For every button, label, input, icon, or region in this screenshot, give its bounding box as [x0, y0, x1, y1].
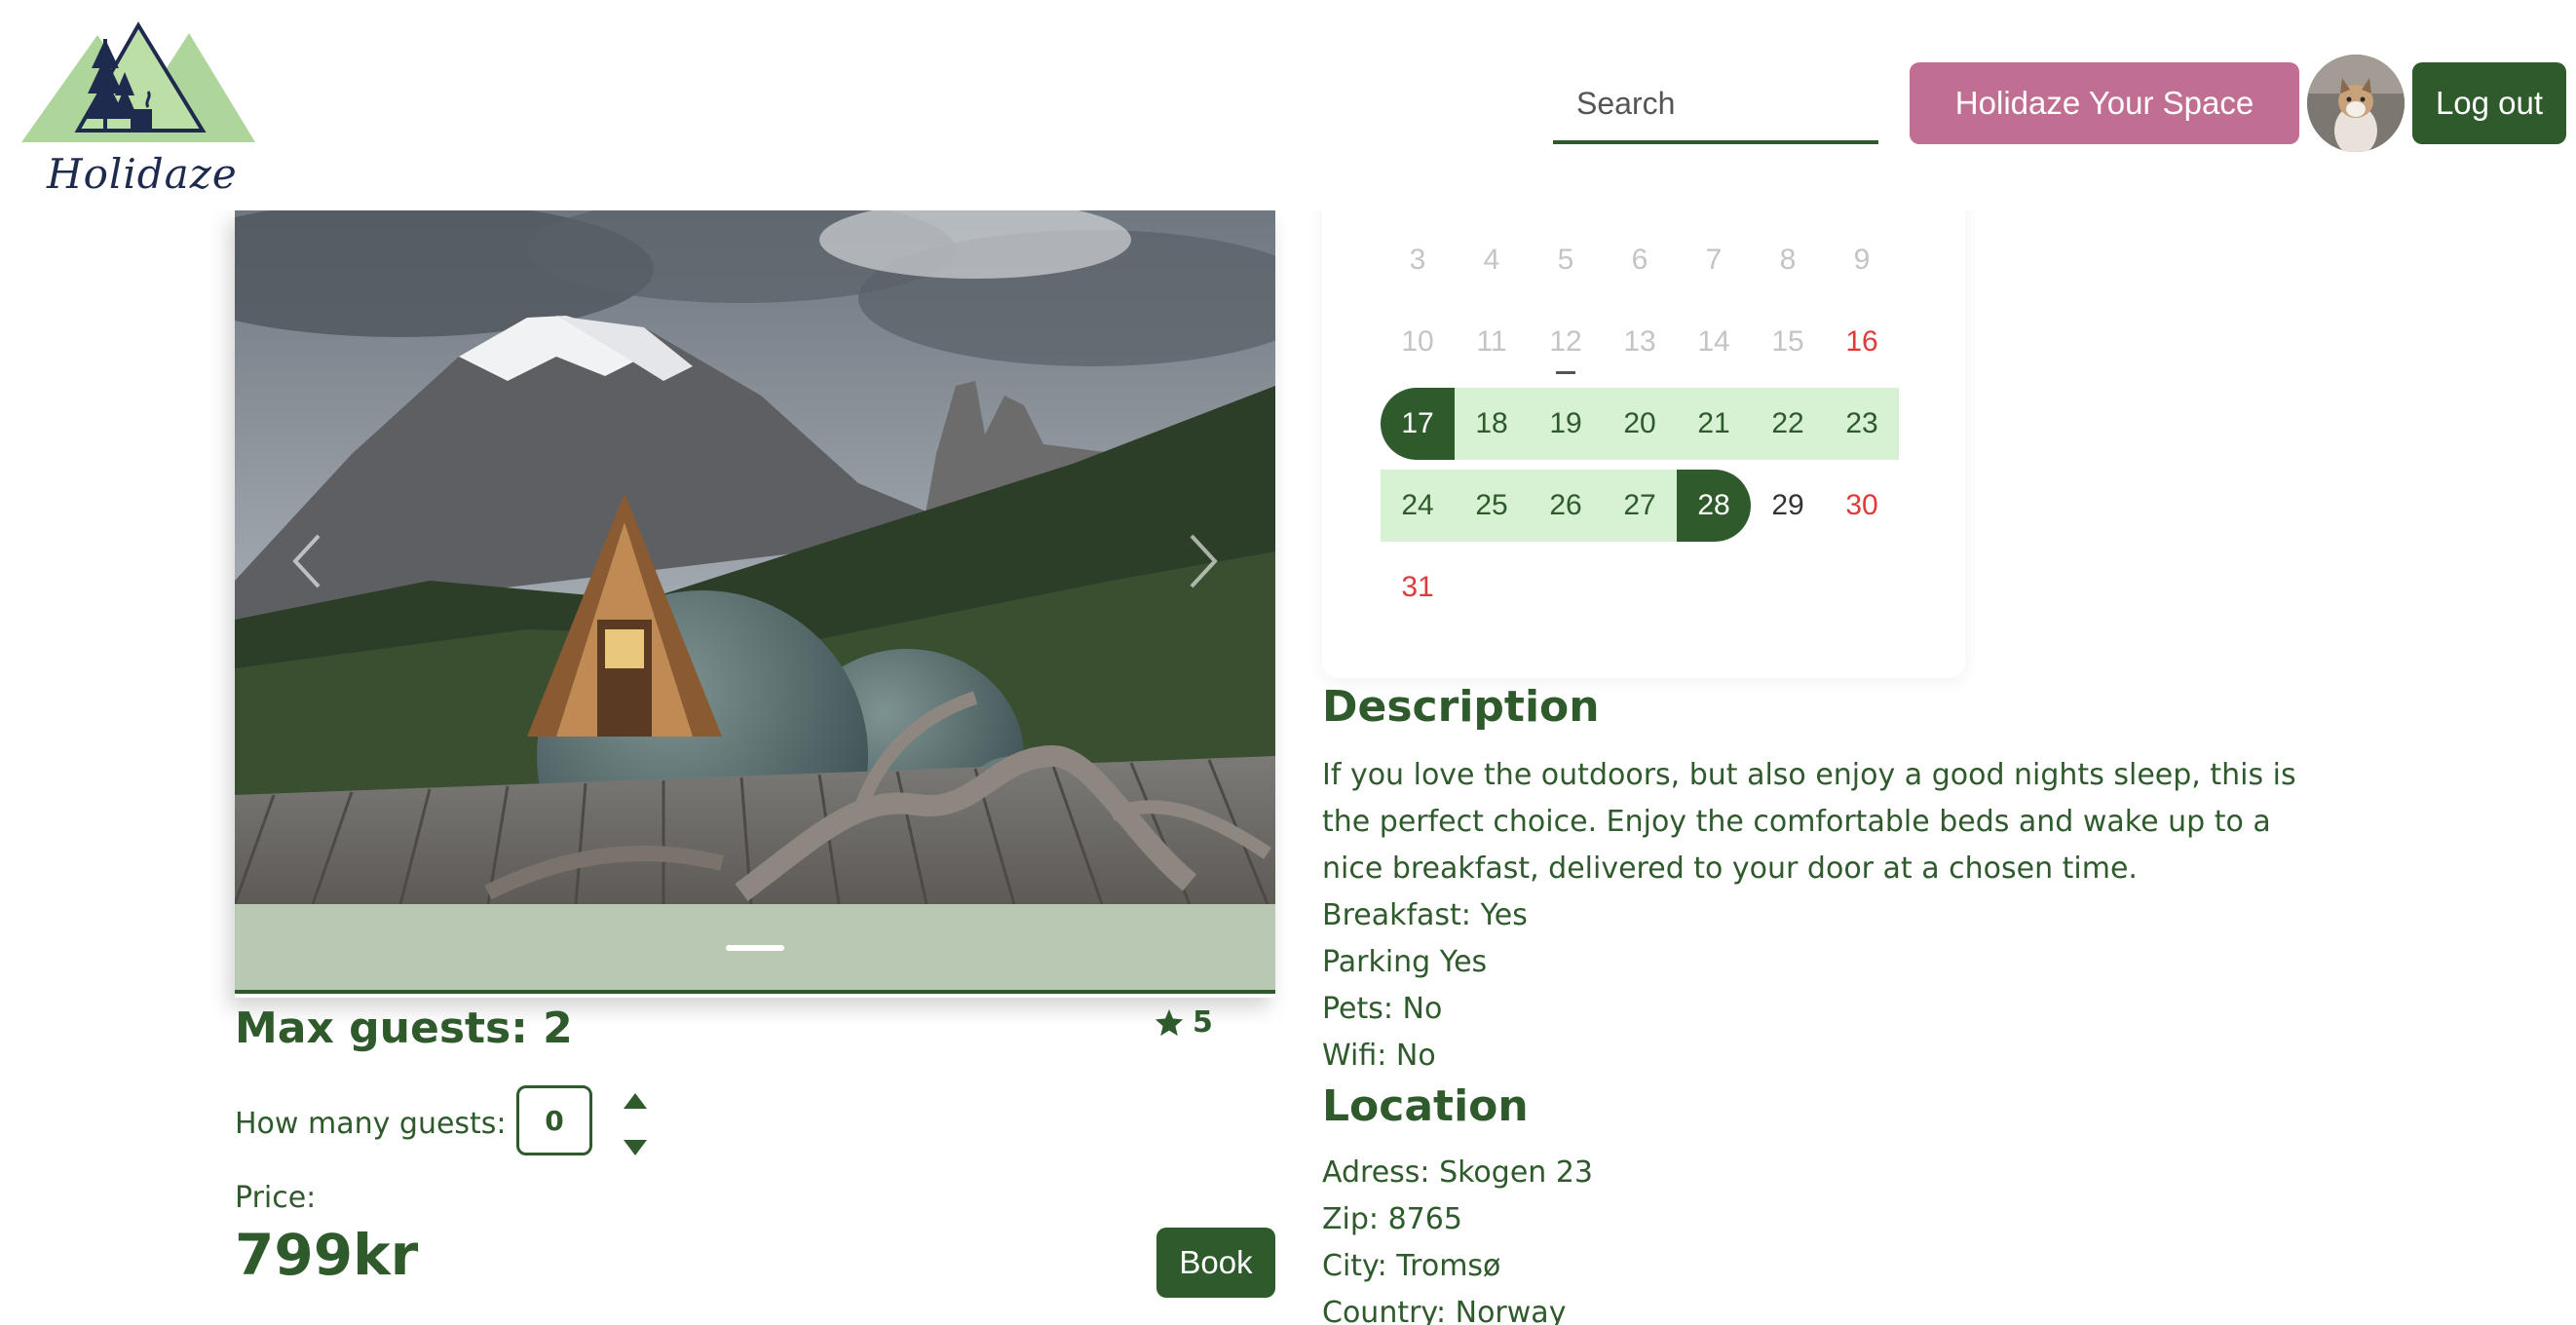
calendar-day: 9: [1853, 244, 1871, 276]
calendar-day[interactable]: 20: [1603, 388, 1677, 460]
calendar-day[interactable]: 25: [1455, 470, 1529, 542]
chevron-right-icon: [1190, 534, 1218, 588]
calendar-day[interactable]: 21: [1677, 388, 1751, 460]
calendar-day[interactable]: 16: [1825, 306, 1899, 378]
parking-info: Parking Yes: [1322, 945, 1488, 979]
triangle-up-icon: [624, 1093, 647, 1109]
guests-label: How many guests:: [235, 1107, 507, 1141]
rating-value: 5: [1193, 1005, 1213, 1040]
calendar-day: 4: [1483, 244, 1500, 276]
price-label: Price:: [235, 1181, 317, 1215]
chevron-left-icon: [292, 534, 321, 588]
mountain-logo-icon: [21, 21, 255, 142]
user-avatar[interactable]: [2307, 55, 2405, 152]
holidaze-your-space-button[interactable]: Holidaze Your Space: [1910, 62, 2299, 144]
carousel-slide-indicator[interactable]: [726, 945, 784, 951]
calendar-day[interactable]: 17: [1381, 388, 1455, 460]
site-header: Holidaze Holidaze Your Space Log out: [0, 0, 2576, 210]
city-info: City: Tromsø: [1322, 1249, 1501, 1283]
breakfast-info: Breakfast: Yes: [1322, 898, 1528, 932]
calendar-day: 14: [1697, 325, 1730, 358]
location-heading: Location: [1322, 1081, 1529, 1131]
calendar-day[interactable]: 30: [1825, 470, 1899, 542]
carousel-next-button[interactable]: [1172, 512, 1231, 610]
calendar-day: 3: [1409, 244, 1426, 276]
calendar-day: 7: [1705, 244, 1723, 276]
rating: 5: [1154, 1005, 1213, 1040]
calendar-day[interactable]: 24: [1381, 470, 1455, 542]
book-button[interactable]: Book: [1156, 1228, 1275, 1298]
description-heading: Description: [1322, 682, 1600, 732]
max-guests-heading: Max guests: 2: [235, 1003, 573, 1053]
carousel-indicator-bar: [235, 904, 1275, 994]
search-input[interactable]: [1553, 66, 1878, 140]
country-info: Country: Norway: [1322, 1296, 1567, 1325]
calendar-day[interactable]: 19: [1529, 388, 1603, 460]
guests-input[interactable]: [516, 1085, 592, 1155]
zip-info: Zip: 8765: [1322, 1202, 1462, 1236]
dome-cabins-photo: [235, 210, 1275, 904]
calendar-day: 6: [1631, 244, 1648, 276]
description-text: If you love the outdoors, but also enjoy…: [1322, 758, 2296, 886]
calendar-day[interactable]: 31: [1381, 551, 1455, 624]
pets-info: Pets: No: [1322, 992, 1443, 1026]
calendar-day: 11: [1476, 325, 1507, 358]
star-icon: [1155, 1008, 1184, 1036]
price-value: 799kr: [235, 1222, 419, 1288]
calendar-day[interactable]: 29: [1751, 470, 1825, 542]
image-carousel: [235, 210, 1275, 998]
calendar-day: 15: [1771, 325, 1804, 358]
guests-decrement-button[interactable]: [622, 1138, 649, 1157]
address-info: Adress: Skogen 23: [1322, 1155, 1593, 1190]
availability-calendar: 1234567891011121314151617181920212223242…: [1322, 146, 1965, 678]
calendar-day: 5: [1557, 244, 1574, 276]
calendar-day: 8: [1779, 244, 1797, 276]
calendar-day[interactable]: 22: [1751, 388, 1825, 460]
holidaze-logo[interactable]: Holidaze: [21, 14, 265, 198]
wifi-info: Wifi: No: [1322, 1039, 1436, 1073]
calendar-day[interactable]: 18: [1455, 388, 1529, 460]
triangle-down-icon: [624, 1140, 647, 1155]
calendar-day[interactable]: 27: [1603, 470, 1677, 542]
search-box: [1553, 66, 1878, 144]
calendar-day[interactable]: 23: [1825, 388, 1899, 460]
calendar-day: 12: [1529, 306, 1603, 378]
guests-increment-button[interactable]: [622, 1091, 649, 1111]
carousel-prev-button[interactable]: [280, 512, 338, 610]
logo-text: Holidaze: [47, 150, 238, 198]
calendar-day: 10: [1401, 325, 1434, 358]
log-out-button[interactable]: Log out: [2412, 62, 2566, 144]
calendar-day: 13: [1623, 325, 1656, 358]
calendar-day[interactable]: 26: [1529, 470, 1603, 542]
venue-photo: [235, 210, 1275, 904]
calendar-day[interactable]: 28: [1677, 470, 1751, 542]
cat-avatar-icon: [2307, 55, 2405, 152]
